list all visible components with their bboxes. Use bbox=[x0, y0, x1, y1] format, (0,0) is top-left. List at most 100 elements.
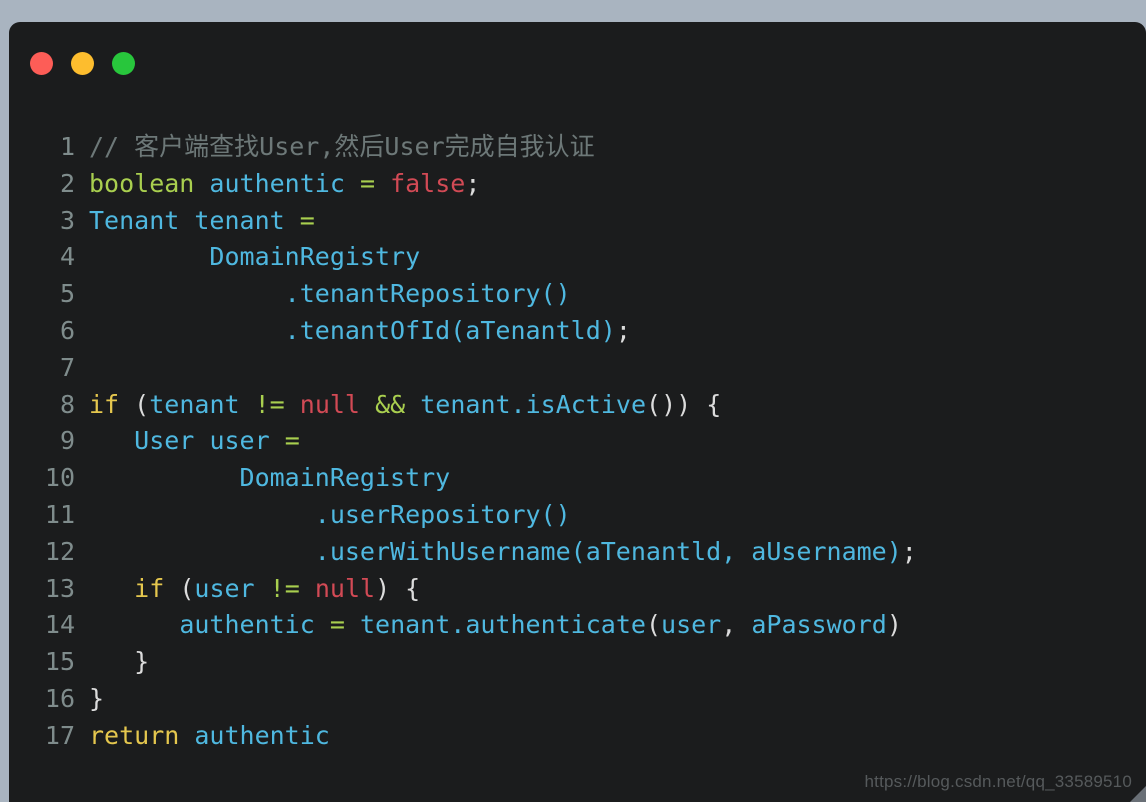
code-snippet-window: 1 // 客户端查找User,然后User完成自我认证 2 boolean authe… bbox=[9, 22, 1146, 802]
line-number: 8 bbox=[59, 389, 75, 419]
code-line[interactable]: 3 Tenant tenant = bbox=[9, 203, 1146, 240]
code-line[interactable]: 13 if (user != null) { bbox=[9, 571, 1146, 608]
code-token: user bbox=[661, 610, 722, 640]
code-line[interactable]: 8 if (tenant != null && tenant.isActive()… bbox=[9, 387, 1146, 424]
minimize-button[interactable] bbox=[71, 52, 94, 75]
line-content: return authentic bbox=[75, 718, 330, 755]
code-token: aPassword bbox=[751, 610, 887, 640]
code-line[interactable]: 6 .tenantOfId(aTenantld); bbox=[9, 313, 1146, 350]
code-token: = bbox=[329, 610, 345, 640]
code-token: ; bbox=[901, 536, 917, 566]
line-number: 3 bbox=[59, 205, 75, 235]
close-button[interactable] bbox=[30, 52, 53, 75]
code-token: .tenantRepository() bbox=[284, 279, 571, 309]
window-titlebar[interactable] bbox=[9, 22, 1146, 106]
line-number: 12 bbox=[44, 536, 75, 566]
code-token: } bbox=[89, 683, 105, 713]
code-line[interactable]: 2 boolean authentic = false; bbox=[9, 166, 1146, 203]
code-token: } bbox=[134, 647, 150, 677]
line-number: 10 bbox=[44, 463, 75, 493]
corner-fold-decoration bbox=[1130, 786, 1146, 802]
code-line[interactable]: 7 bbox=[9, 350, 1146, 387]
line-content: if (tenant != null && tenant.isActive())… bbox=[75, 387, 721, 424]
code-token: ( bbox=[179, 573, 195, 603]
line-content: .tenantOfId(aTenantld); bbox=[75, 313, 631, 350]
line-number: 13 bbox=[44, 573, 75, 603]
line-content: } bbox=[75, 681, 104, 718]
code-token: ; bbox=[465, 168, 481, 198]
code-line[interactable]: 1 // 客户端查找User,然后User完成自我认证 bbox=[9, 129, 1146, 166]
code-token: = bbox=[359, 168, 376, 198]
code-token: && bbox=[375, 389, 406, 419]
maximize-button[interactable] bbox=[112, 52, 135, 75]
code-token: .tenantOfId(aTenantld) bbox=[284, 315, 616, 345]
code-editor-area[interactable]: 1 // 客户端查找User,然后User完成自我认证 2 boolean authe… bbox=[9, 129, 1146, 755]
code-line[interactable]: 17 return authentic bbox=[9, 718, 1146, 755]
line-number: 5 bbox=[59, 279, 75, 309]
code-line[interactable]: 15 } bbox=[9, 644, 1146, 681]
code-line[interactable]: 16} bbox=[9, 681, 1146, 718]
line-content: // 客户端查找User,然后User完成自我认证 bbox=[75, 129, 595, 166]
line-content: User user = bbox=[75, 423, 300, 460]
code-token: null bbox=[314, 573, 376, 603]
code-line[interactable]: 12 .userWithUsername(aTenantld, aUsernam… bbox=[9, 534, 1146, 571]
code-token: != bbox=[254, 389, 285, 419]
screenshot-canvas: 1 // 客户端查找User,然后User完成自我认证 2 boolean authe… bbox=[0, 0, 1146, 802]
line-number: 1 bbox=[59, 132, 75, 161]
code-token: tenant.isActive bbox=[420, 389, 647, 419]
code-token: authentic bbox=[194, 720, 330, 750]
line-number: 9 bbox=[59, 426, 75, 456]
code-token: ()) { bbox=[646, 389, 722, 419]
code-token: ) bbox=[886, 610, 902, 640]
code-line[interactable]: 14 authentic = tenant.authenticate(user,… bbox=[9, 607, 1146, 644]
code-token: authentic bbox=[179, 610, 315, 640]
line-content: .tenantRepository() bbox=[75, 276, 571, 313]
code-token: if bbox=[89, 389, 120, 419]
code-token: , bbox=[721, 610, 752, 640]
code-token: // 客户端查找User,然后User完成自我认证 bbox=[89, 132, 595, 161]
code-token: User bbox=[134, 426, 195, 456]
code-token: user bbox=[209, 426, 270, 456]
code-token: = bbox=[299, 205, 315, 235]
line-content: if (user != null) { bbox=[75, 571, 420, 608]
traffic-light-controls bbox=[30, 52, 135, 75]
line-content: .userRepository() bbox=[75, 497, 571, 534]
code-token: false bbox=[390, 168, 466, 198]
line-number: 11 bbox=[44, 499, 75, 529]
line-number: 17 bbox=[44, 720, 75, 750]
code-line[interactable]: 10 DomainRegistry bbox=[9, 460, 1146, 497]
code-token: DomainRegistry bbox=[209, 242, 421, 272]
code-token: Tenant bbox=[89, 205, 180, 235]
code-token: user bbox=[194, 573, 255, 603]
line-content: DomainRegistry bbox=[75, 239, 420, 276]
code-token: ( bbox=[134, 389, 150, 419]
code-line[interactable]: 5 .tenantRepository() bbox=[9, 276, 1146, 313]
line-number: 4 bbox=[59, 242, 75, 272]
line-number: 15 bbox=[44, 647, 75, 677]
code-line[interactable]: 11 .userRepository() bbox=[9, 497, 1146, 534]
code-token: authentic bbox=[209, 168, 345, 198]
code-line[interactable]: 9 User user = bbox=[9, 423, 1146, 460]
code-token: .userWithUsername(aTenantld, aUsername) bbox=[314, 536, 902, 566]
code-line[interactable]: 4 DomainRegistry bbox=[9, 239, 1146, 276]
